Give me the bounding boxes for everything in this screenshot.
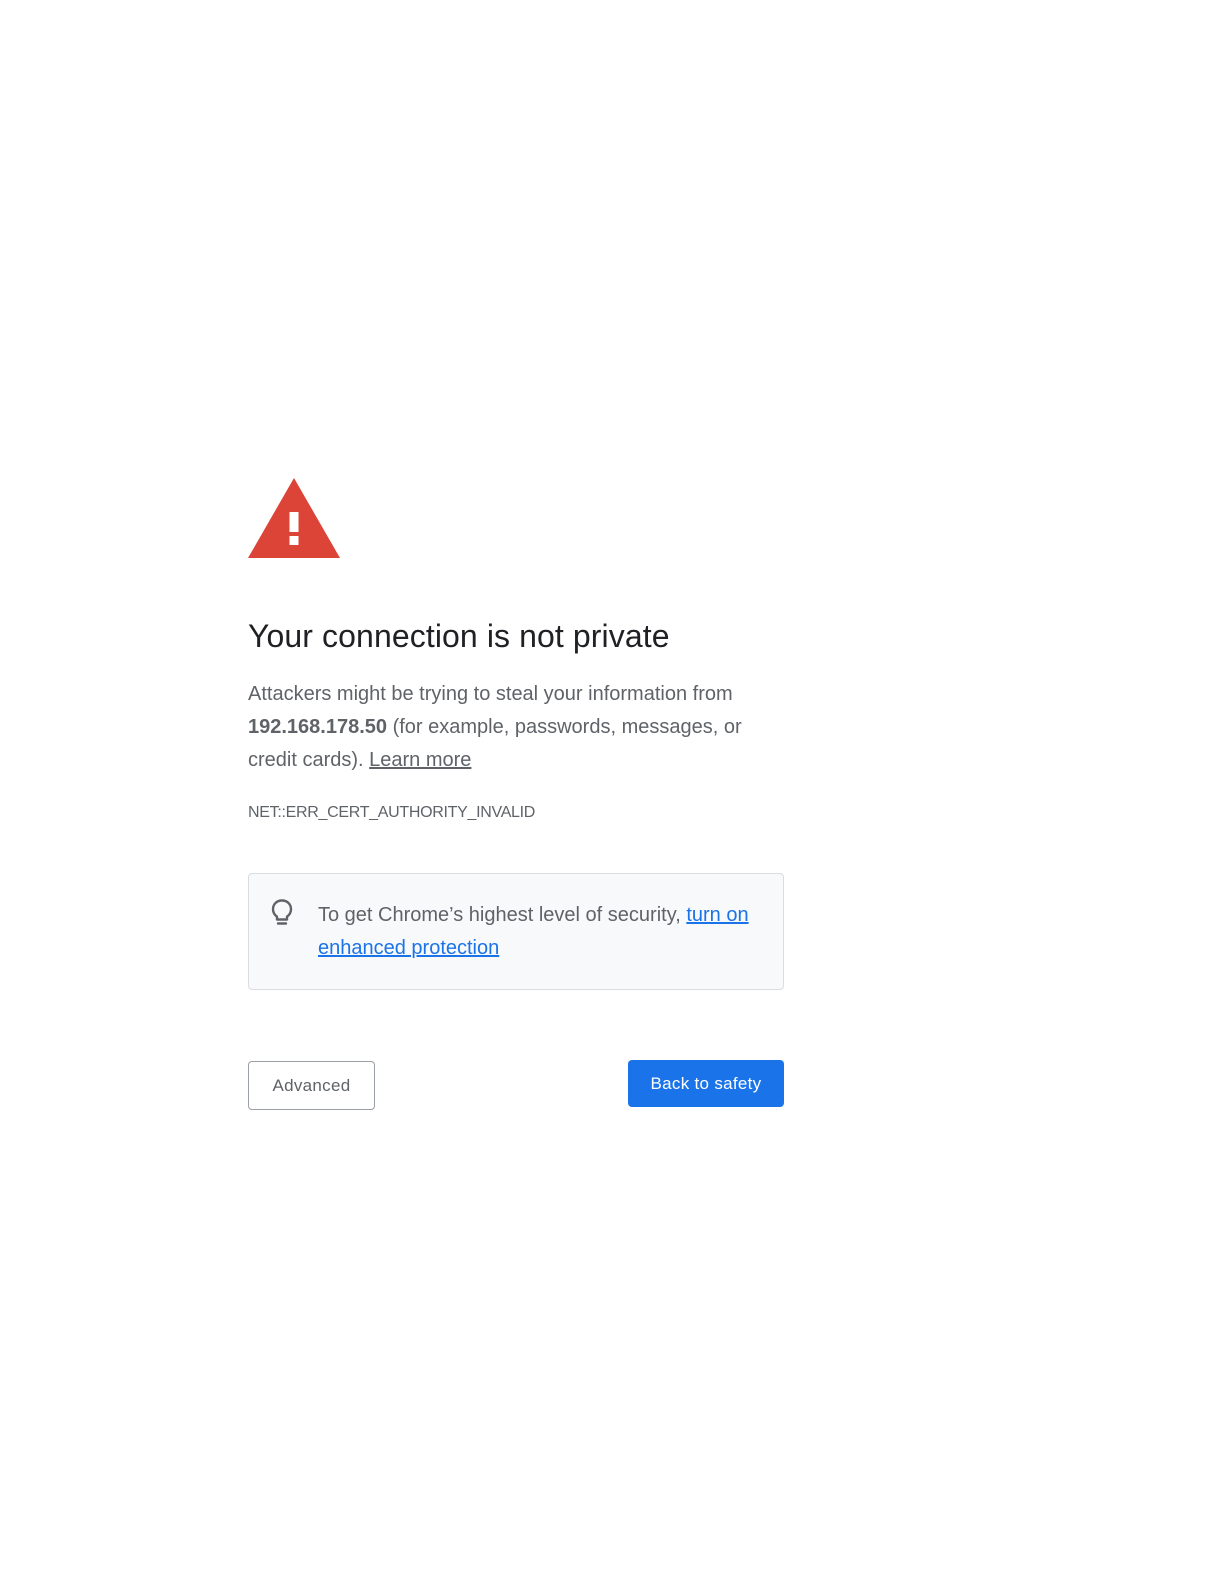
learn-more-link[interactable]: Learn more <box>369 749 471 771</box>
explanation-text: Attackers might be trying to steal your … <box>248 678 784 777</box>
interstitial-page: Your connection is not private Attackers… <box>0 0 1224 1584</box>
enhanced-protection-box: To get Chrome’s highest level of securit… <box>248 873 784 990</box>
enhanced-protection-text: To get Chrome’s highest level of securit… <box>318 899 758 965</box>
button-row: Advanced Back to safety <box>248 1060 784 1110</box>
enhanced-protection-prefix: To get Chrome’s highest level of securit… <box>318 904 687 926</box>
main-content: Your connection is not private Attackers… <box>248 478 784 1110</box>
explanation-prefix: Attackers might be trying to steal your … <box>248 683 733 705</box>
lightbulb-icon <box>271 899 293 925</box>
warning-triangle-icon <box>248 478 340 558</box>
back-to-safety-button[interactable]: Back to safety <box>628 1060 784 1107</box>
page-title: Your connection is not private <box>248 618 670 654</box>
host-name: 192.168.178.50 <box>248 716 388 738</box>
error-code: NET::ERR_CERT_AUTHORITY_INVALID <box>248 804 536 821</box>
advanced-button[interactable]: Advanced <box>248 1061 375 1110</box>
